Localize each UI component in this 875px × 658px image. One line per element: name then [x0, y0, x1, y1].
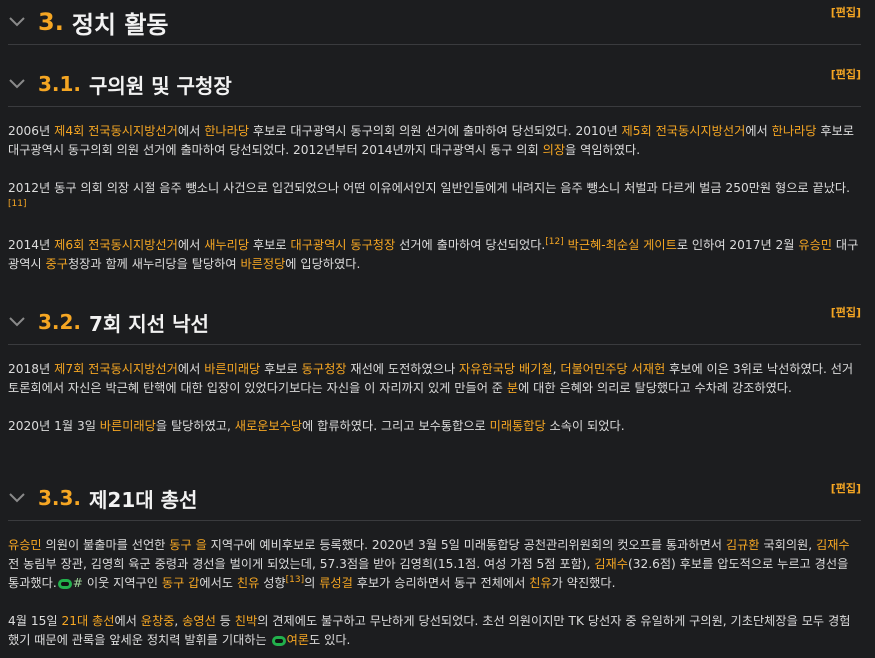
heading-title: 7회 지선 낙선 — [89, 311, 209, 336]
link[interactable]: 친박 — [235, 614, 257, 628]
paragraph: 2012년 동구 의회 의장 시절 음주 뺑소니 사건으로 입건되었으나 어떤 … — [8, 181, 851, 209]
link[interactable]: 여론 — [287, 633, 309, 647]
link[interactable]: 동구 을 — [169, 538, 207, 552]
link[interactable]: 미래통합당 — [490, 419, 546, 433]
footnote-ref[interactable]: [13] — [286, 575, 304, 585]
edit-link[interactable]: [편집] — [831, 304, 861, 320]
link[interactable]: 유승민 — [798, 238, 832, 252]
link[interactable]: 친유 — [237, 576, 259, 590]
link[interactable]: 제7회 전국동시지방선거 — [54, 362, 178, 376]
chevron-down-icon[interactable] — [8, 489, 26, 507]
link[interactable]: 대구광역시 동구청장 — [290, 238, 395, 252]
paragraph: 2020년 1월 3일 바른미래당을 탈당하였고, 새로운보수당에 합류하였다.… — [8, 419, 625, 433]
link[interactable]: 동구청장 — [302, 362, 347, 376]
link[interactable]: 김재수 — [816, 538, 850, 552]
link[interactable]: 송영선 — [182, 614, 216, 628]
link[interactable]: 새로운보수당 — [235, 419, 302, 433]
footnote-ref[interactable]: [12] — [545, 237, 563, 247]
link[interactable]: 자유한국당 배기철 — [459, 362, 553, 376]
link[interactable]: 의장 — [543, 143, 565, 157]
paragraph: 유승민 의원이 불출마를 선언한 동구 을 지역구에 예비후보로 등록했다. 2… — [8, 538, 850, 590]
edit-link[interactable]: [편집] — [831, 480, 861, 496]
link[interactable]: 21대 총선 — [61, 614, 114, 628]
document-page: 3. 정치 활동 [편집] 3.1. 구의원 및 구청장 [편집] 2006년 … — [0, 0, 875, 658]
hash-link[interactable]: # — [73, 576, 83, 590]
section-3-3: 3.3. 제21대 총선 [편집] 유승민 의원이 불출마를 선언한 동구 을 … — [0, 476, 875, 650]
paragraph: 2018년 제7회 전국동시지방선거에서 바른미래당 후보로 동구청장 재선에 … — [8, 362, 854, 395]
heading-3-2: 3.2. 7회 지선 낙선 [편집] — [8, 300, 861, 345]
edit-link[interactable]: [편집] — [831, 4, 861, 20]
heading-title: 구의원 및 구청장 — [89, 73, 232, 98]
heading-number: 3.3. — [38, 486, 82, 510]
link[interactable]: 김규환 — [726, 538, 760, 552]
link[interactable]: 중구 — [46, 257, 68, 271]
link[interactable]: 박근혜-최순실 게이트 — [568, 238, 677, 252]
heading-number: 3.2. — [38, 310, 82, 334]
link[interactable]: 제6회 전국동시지방선거 — [54, 238, 178, 252]
link[interactable]: 분 — [507, 381, 518, 395]
link[interactable]: 류성걸 — [319, 576, 353, 590]
link[interactable]: 새누리당 — [204, 238, 249, 252]
emoticon-icon — [57, 578, 72, 589]
link[interactable]: 제5회 전국동시지방선거 — [622, 124, 746, 138]
paragraph: 2006년 제4회 전국동시지방선거에서 한나라당 후보로 대구광역시 동구의회… — [8, 124, 854, 157]
link[interactable]: 한나라당 — [772, 124, 817, 138]
link[interactable]: 바른미래당 — [100, 419, 156, 433]
link[interactable]: 동구 갑 — [162, 576, 200, 590]
heading-3-1: 3.1. 구의원 및 구청장 [편집] — [8, 62, 861, 107]
chevron-down-icon[interactable] — [8, 75, 26, 93]
footnote-ref[interactable]: [11] — [8, 199, 26, 209]
chevron-down-icon[interactable] — [8, 13, 26, 31]
heading-number: 3. — [38, 8, 64, 36]
link[interactable]: 한나라당 — [204, 124, 249, 138]
emoticon-icon — [271, 635, 286, 646]
heading-title: 정치 활동 — [71, 10, 169, 39]
heading-number: 3.1. — [38, 72, 82, 96]
link[interactable]: 제4회 전국동시지방선거 — [54, 124, 178, 138]
link[interactable]: 더불어민주당 서재헌 — [560, 362, 665, 376]
heading-3-3: 3.3. 제21대 총선 [편집] — [8, 476, 861, 521]
link[interactable]: 바른미래당 — [204, 362, 260, 376]
section-3-1: 3.1. 구의원 및 구청장 [편집] 2006년 제4회 전국동시지방선거에서… — [0, 62, 875, 274]
link[interactable]: 친유 — [529, 576, 551, 590]
section-3-2: 3.2. 7회 지선 낙선 [편집] 2018년 제7회 전국동시지방선거에서 … — [0, 300, 875, 436]
section-3: 3. 정치 활동 [편집] — [0, 0, 875, 45]
link[interactable]: 바른정당 — [240, 257, 285, 271]
heading-3: 3. 정치 활동 [편집] — [8, 0, 861, 45]
link[interactable]: 김재수 — [594, 557, 628, 571]
edit-link[interactable]: [편집] — [831, 66, 861, 82]
heading-title: 제21대 총선 — [89, 487, 198, 512]
paragraph: 4월 15일 21대 총선에서 윤창중, 송영선 등 친박의 견제에도 불구하고… — [8, 614, 851, 647]
chevron-down-icon[interactable] — [8, 313, 26, 331]
link[interactable]: 유승민 — [8, 538, 42, 552]
link[interactable]: 윤창중 — [141, 614, 175, 628]
paragraph: 2014년 제6회 전국동시지방선거에서 새누리당 후보로 대구광역시 동구청장… — [8, 236, 859, 271]
